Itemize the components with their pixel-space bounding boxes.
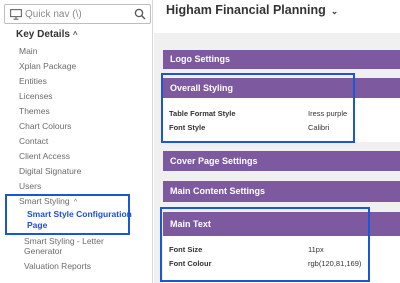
chevron-down-icon: ⌄	[330, 6, 339, 16]
sidebar-item-licenses[interactable]: Licenses	[19, 91, 53, 101]
key-details-label: Key Details	[16, 29, 70, 40]
sidebar-item-contact[interactable]: Contact	[19, 136, 48, 146]
font-colour-value[interactable]: rgb(120,81,169)	[308, 259, 361, 268]
main-panel: Higham Financial Planning ⌄ Logo Settings…	[154, 0, 400, 283]
active-item-line2: Page	[27, 220, 48, 230]
smart-styling-label: Smart Styling	[19, 196, 70, 206]
table-row: Font Style Calibri	[163, 120, 400, 134]
active-item-line1: Smart Style Configuration	[27, 209, 132, 219]
overall-styling-header[interactable]: Overall Styling	[163, 78, 400, 98]
sidebar: Key Details^ Main Xplan Package Entities…	[0, 0, 153, 283]
cover-page-settings-section[interactable]: Cover Page Settings	[163, 151, 400, 171]
font-style-value[interactable]: Calibri	[308, 123, 329, 132]
table-row: Table Format Style Iress purple	[163, 106, 400, 120]
font-style-label: Font Style	[169, 123, 206, 132]
sidebar-item-themes[interactable]: Themes	[19, 106, 50, 116]
table-row: Font Size 11px	[163, 242, 400, 256]
table-format-style-value[interactable]: Iress purple	[308, 109, 347, 118]
sidebar-item-client-access[interactable]: Client Access	[19, 151, 70, 161]
key-details-header[interactable]: Key Details ^	[16, 29, 78, 40]
main-content-settings-section[interactable]: Main Content Settings	[163, 181, 400, 202]
sidebar-item-chart-colours[interactable]: Chart Colours	[19, 121, 71, 131]
table-format-style-label: Table Format Style	[169, 109, 236, 118]
sidebar-item-digital-signature[interactable]: Digital Signature	[19, 166, 81, 176]
logo-settings-section[interactable]: Logo Settings	[163, 50, 400, 69]
monitor-icon	[10, 9, 22, 20]
font-size-value[interactable]: 11px	[308, 245, 324, 254]
sidebar-item-main[interactable]: Main	[19, 46, 37, 56]
quick-nav-box[interactable]	[4, 4, 151, 24]
sidebar-item-users[interactable]: Users	[19, 181, 41, 191]
sidebar-item-letter-generator[interactable]: Smart Styling - Letter Generator	[24, 236, 104, 256]
font-size-label: Font Size	[169, 245, 203, 254]
letter-generator-line1: Smart Styling - Letter	[24, 236, 104, 246]
sidebar-item-xplan-package[interactable]: Xplan Package	[19, 61, 76, 71]
sidebar-item-smart-style-configuration-page[interactable]: Smart Style Configuration Page	[27, 209, 135, 231]
quick-nav-input[interactable]	[25, 6, 125, 22]
main-content-settings-header[interactable]: Main Content Settings	[163, 181, 400, 202]
top-bar: Higham Financial Planning ⌄	[154, 0, 400, 33]
chevron-up-icon: ^	[72, 30, 78, 39]
cover-page-settings-header[interactable]: Cover Page Settings	[163, 151, 400, 171]
main-text-section: Main Text Font Size 11px Font Colour rgb…	[163, 212, 400, 283]
table-row: Font Colour rgb(120,81,169)	[163, 256, 400, 270]
chevron-up-icon: ^	[73, 199, 78, 206]
logo-settings-header[interactable]: Logo Settings	[163, 50, 400, 69]
overall-styling-section: Overall Styling Table Format Style Iress…	[163, 78, 400, 142]
sidebar-item-valuation-reports[interactable]: Valuation Reports	[24, 261, 91, 271]
letter-generator-line2: Generator	[24, 246, 63, 256]
main-text-header[interactable]: Main Text	[163, 212, 400, 236]
font-colour-label: Font Colour	[169, 259, 212, 268]
page-title[interactable]: Higham Financial Planning ⌄	[166, 3, 338, 17]
sidebar-item-entities[interactable]: Entities	[19, 76, 47, 86]
page-title-text: Higham Financial Planning	[166, 3, 326, 17]
sidebar-item-smart-styling[interactable]: Smart Styling ^	[19, 196, 77, 208]
search-icon[interactable]	[134, 8, 146, 20]
